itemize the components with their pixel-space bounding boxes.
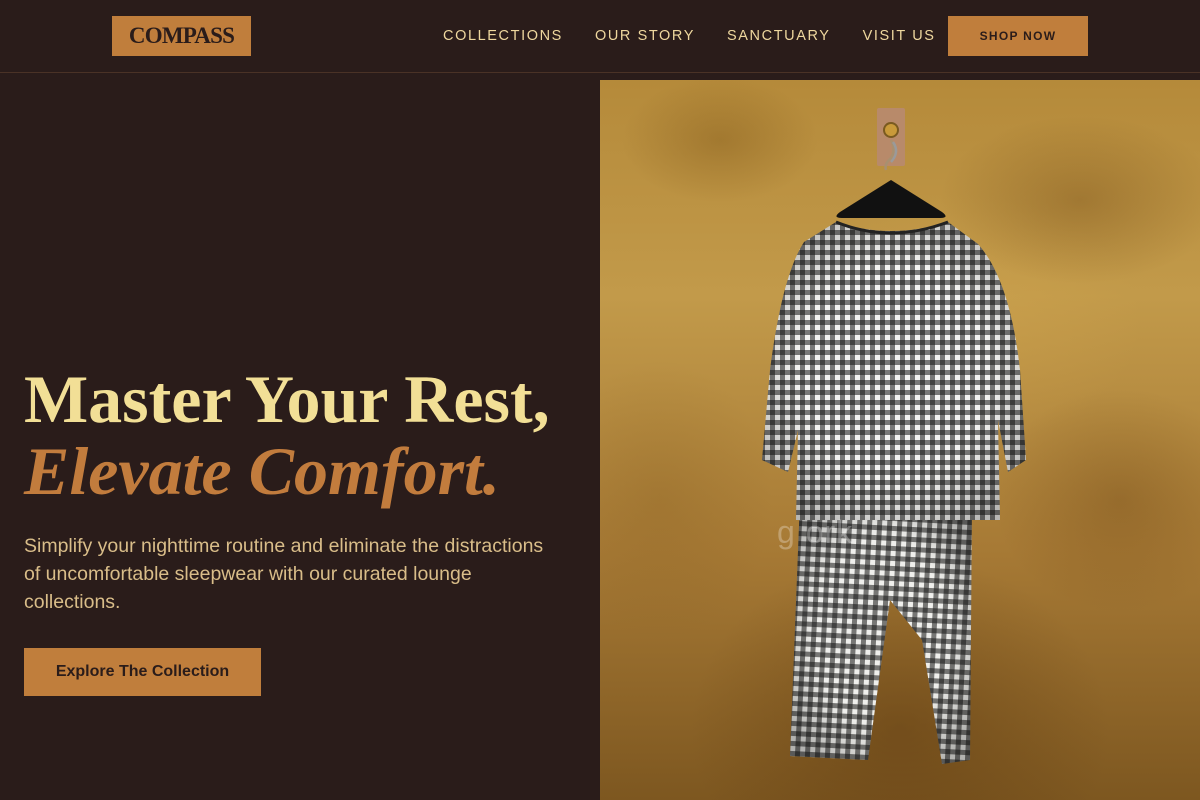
headline-line-2: Elevate Comfort. (24, 433, 500, 509)
main-menu: COLLECTIONS OUR STORY SANCTUARY VISIT US (427, 16, 952, 56)
nav-link-our-story[interactable]: OUR STORY (579, 28, 711, 44)
hero-headline: Master Your Rest, Elevate Comfort. (24, 363, 550, 507)
headline-line-1: Master Your Rest, (24, 361, 550, 437)
hero-description: Simplify your nighttime routine and elim… (24, 535, 544, 613)
image-watermark: g ork (777, 514, 854, 550)
nav-link-visit-us[interactable]: VISIT US (847, 28, 952, 44)
pajama-shirt (762, 220, 1026, 520)
hero-text-panel: Master Your Rest, Elevate Comfort. Simpl… (0, 73, 600, 800)
shop-now-button[interactable]: SHOP NOW (948, 16, 1088, 56)
pajama-set-illustration (762, 108, 1026, 764)
top-navigation-bar: COMPASS COLLECTIONS OUR STORY SANCTUARY … (0, 0, 1200, 73)
nav-link-sanctuary[interactable]: SANCTUARY (711, 28, 847, 44)
nav-link-collections[interactable]: COLLECTIONS (427, 28, 579, 44)
brand-logo[interactable]: COMPASS (112, 16, 251, 56)
hero-product-image: g ork (600, 80, 1200, 800)
explore-collection-button[interactable]: Explore The Collection (24, 648, 261, 696)
